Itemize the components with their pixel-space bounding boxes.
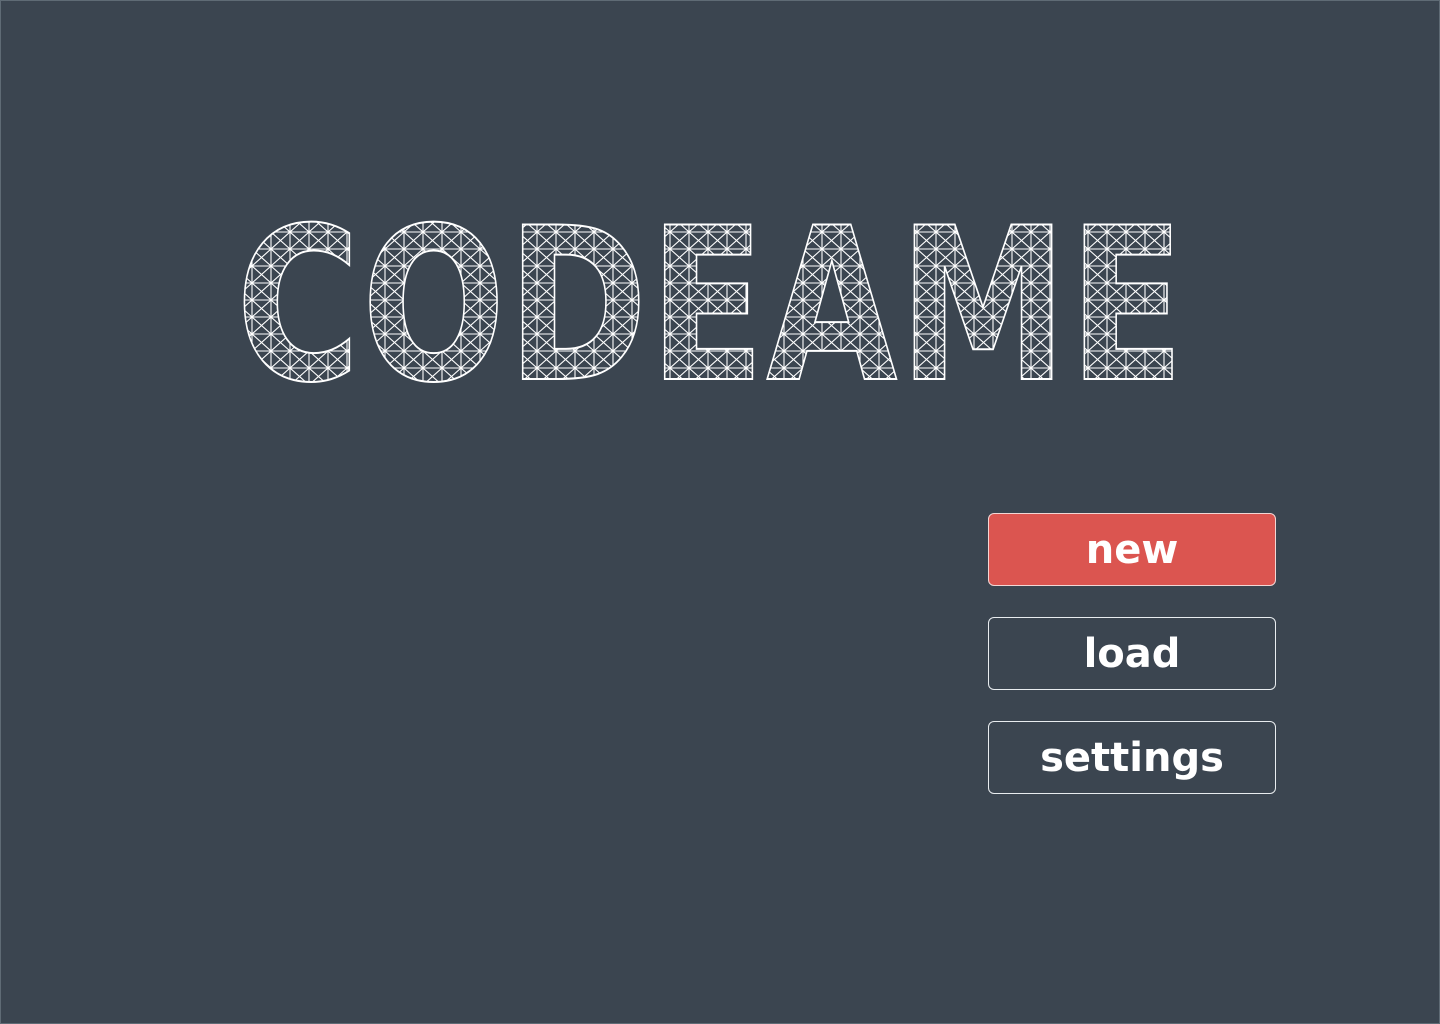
codeame-logo: CODEAME CODEAME — [233, 215, 1189, 385]
settings-button[interactable]: settings — [988, 721, 1276, 794]
logo-title: CODEAME — [236, 215, 1186, 385]
logo-wireframe: CODEAME CODEAME — [235, 215, 1186, 385]
main-menu-screen: CODEAME CODEAME new load settings — [0, 0, 1440, 1024]
main-menu: new load settings — [988, 513, 1276, 825]
new-button[interactable]: new — [988, 513, 1276, 586]
load-button[interactable]: load — [988, 617, 1276, 690]
